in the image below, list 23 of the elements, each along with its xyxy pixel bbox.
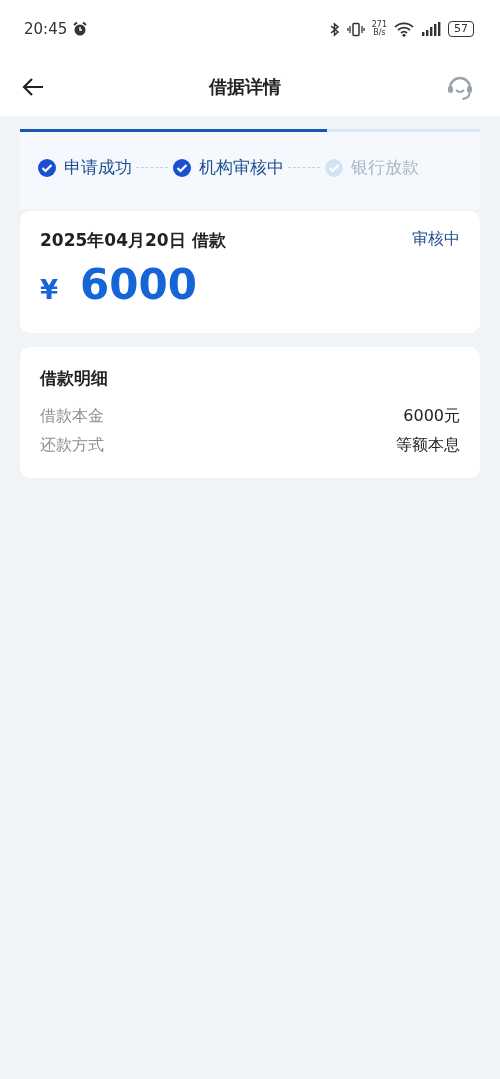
network-speed: 271 [371,21,387,29]
step-label: 银行放款 [351,156,419,179]
step-label: 机构审核中 [199,156,284,179]
back-arrow-icon[interactable] [22,77,44,97]
signal-icon [421,22,441,36]
page-title: 借据详情 [209,75,281,99]
loan-status: 审核中 [412,229,460,250]
loan-date: 2025年04月20日 借款 [40,229,226,252]
wifi-icon [394,21,414,37]
step-label: 申请成功 [64,156,132,179]
speed-unit: B/s [373,29,386,37]
clock-time: 20:45 [24,20,68,38]
battery-indicator: 57 [448,21,474,37]
detail-value: 6000元 [403,406,460,427]
detail-label: 借款本金 [40,406,104,427]
vibrate-icon [346,21,365,37]
detail-label: 还款方式 [40,435,104,456]
bluetooth-icon [329,21,340,37]
currency-symbol: ¥ [40,275,59,305]
loan-amount: 6000 [80,260,197,309]
alarm-icon [72,21,89,37]
section-title: 借款明细 [40,367,109,390]
detail-value: 等额本息 [396,435,460,456]
